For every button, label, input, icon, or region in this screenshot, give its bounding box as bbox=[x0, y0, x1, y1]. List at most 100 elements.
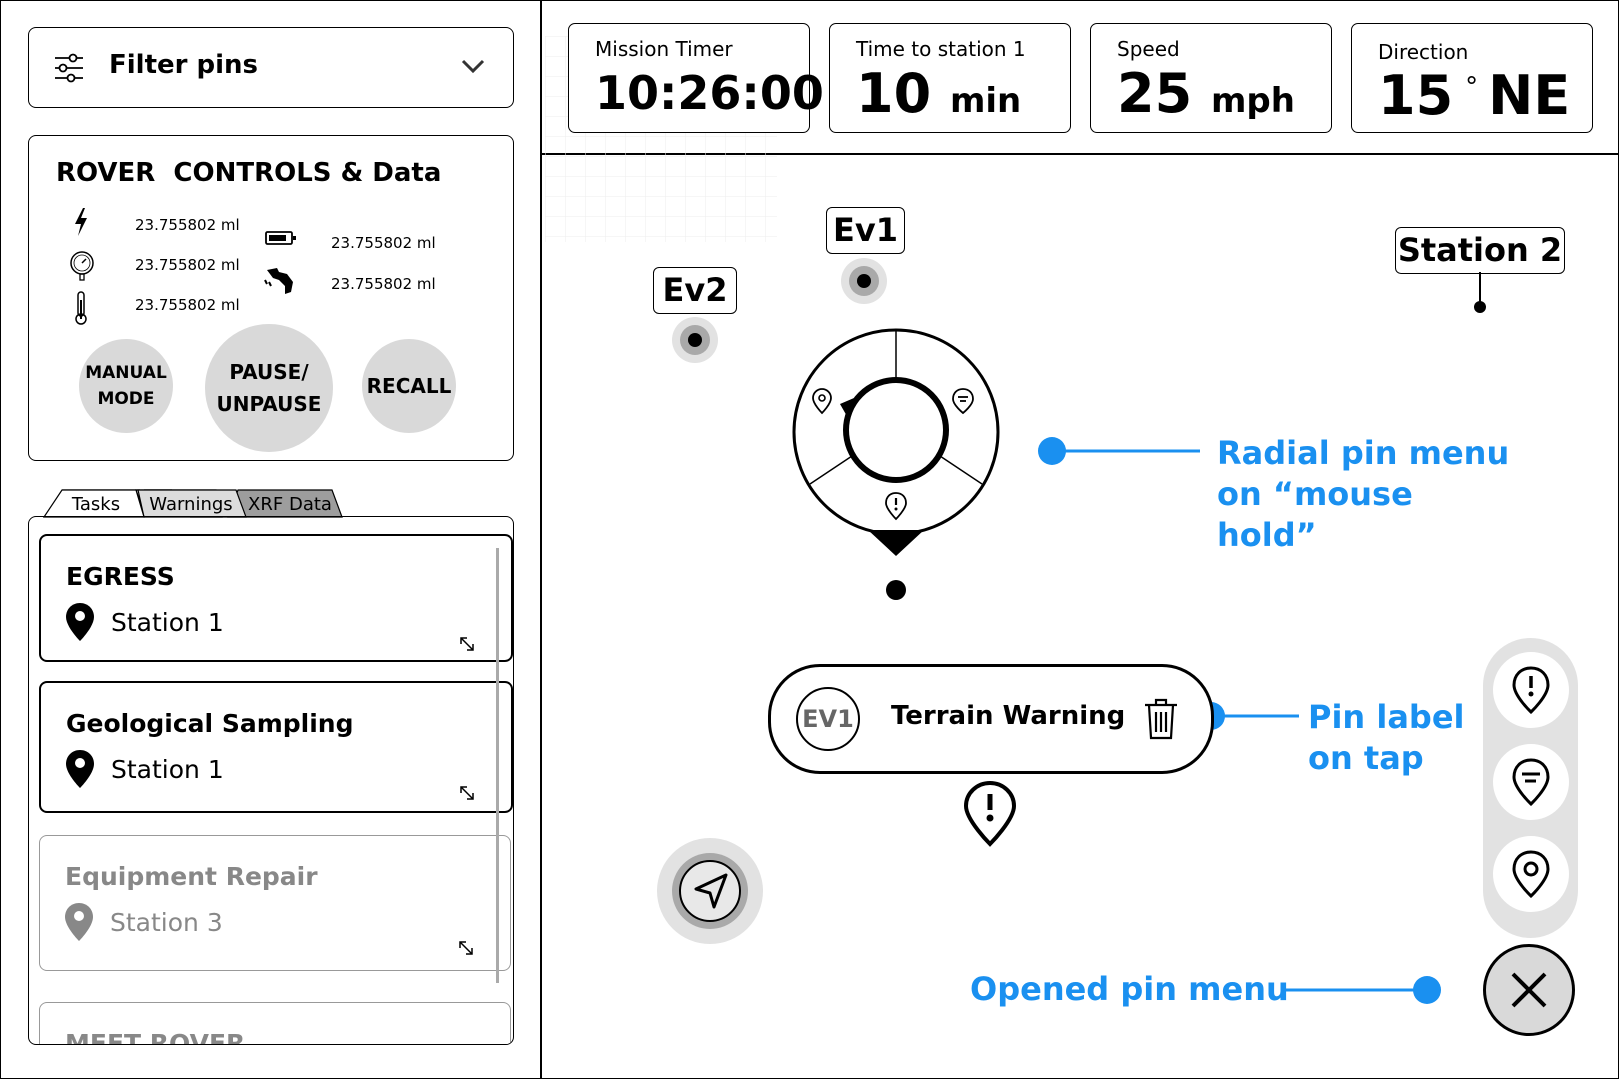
rover-controls-title: ROVER CONTROLS & Data bbox=[56, 158, 442, 188]
time-to-station-value: 10 min bbox=[856, 62, 1021, 125]
time-to-station-number: 10 bbox=[856, 62, 932, 125]
close-icon bbox=[1511, 972, 1547, 1008]
fuel-nozzle-icon bbox=[264, 268, 293, 294]
tab-xrf-data[interactable]: XRF Data bbox=[240, 490, 340, 516]
time-to-station-box: Time to station 1 10 min bbox=[829, 23, 1071, 133]
note-pin-icon bbox=[1512, 758, 1550, 807]
pressure-gauge-icon bbox=[70, 251, 94, 281]
terrain-warning-label[interactable]: EV1 Terrain Warning bbox=[768, 664, 1214, 774]
warning-pin-icon bbox=[1512, 666, 1550, 715]
annotation-line: on tap bbox=[1308, 739, 1424, 777]
panel-divider bbox=[540, 0, 542, 1079]
location-pin-option-icon[interactable] bbox=[811, 387, 833, 415]
rover-reading-fuel: 23.755802 ml bbox=[331, 275, 436, 293]
direction-unit: NE bbox=[1488, 64, 1571, 127]
location-pin-button[interactable] bbox=[1493, 836, 1569, 912]
pin-marker-ev2[interactable] bbox=[671, 316, 719, 364]
task-station: Station 1 bbox=[111, 755, 224, 784]
speed-box: Speed 25 mph bbox=[1090, 23, 1332, 133]
ev1-badge: EV1 bbox=[796, 687, 860, 751]
time-to-station-label: Time to station 1 bbox=[856, 37, 1026, 61]
sliders-icon bbox=[55, 53, 83, 83]
task-list-scrollbar[interactable] bbox=[496, 548, 499, 983]
annotation-pin-label: Pin label on tap bbox=[1308, 697, 1464, 779]
mission-timer-value: 10:26:00 bbox=[595, 66, 824, 120]
radial-pin-menu[interactable] bbox=[788, 326, 1004, 608]
direction-value: 15 ° NE bbox=[1378, 64, 1570, 127]
pause-unpause-button[interactable]: PAUSE/UNPAUSE bbox=[205, 324, 333, 452]
task-station: Station 3 bbox=[110, 908, 223, 937]
station-2-marker[interactable] bbox=[1470, 270, 1490, 314]
rover-controls-panel: ROVER CONTROLS & Data 23.755802 ml 23.75… bbox=[28, 135, 514, 461]
task-list: EGRESS Station 1 Geological Sampling Sta… bbox=[28, 516, 514, 1045]
expand-icon[interactable] bbox=[459, 636, 475, 652]
speed-number: 25 bbox=[1117, 62, 1193, 125]
note-pin-option-icon[interactable] bbox=[951, 387, 975, 415]
mission-timer-label: Mission Timer bbox=[595, 37, 733, 61]
opened-pin-menu bbox=[1483, 638, 1578, 938]
map-pin-icon bbox=[66, 603, 94, 641]
task-card[interactable]: EGRESS Station 1 bbox=[39, 534, 513, 662]
annotation-connector-opened bbox=[1281, 976, 1441, 1004]
bolt-icon bbox=[75, 208, 87, 236]
tab-warnings[interactable]: Warnings bbox=[144, 490, 238, 516]
thermometer-icon bbox=[75, 291, 87, 325]
pin-label-ev1[interactable]: Ev1 bbox=[826, 207, 905, 254]
manual-mode-button[interactable]: MANUAL MODE bbox=[79, 339, 173, 433]
task-card[interactable]: MEET ROVER bbox=[39, 1002, 511, 1045]
rover-reading-power: 23.755802 ml bbox=[135, 216, 240, 234]
annotation-line: on “mouse bbox=[1217, 475, 1413, 513]
annotation-opened-pin-menu: Opened pin menu bbox=[970, 970, 1289, 1008]
manual-mode-line2: MODE bbox=[97, 389, 155, 409]
warning-pin-icon[interactable] bbox=[962, 780, 1018, 848]
mission-timer-box: Mission Timer 10:26:00 bbox=[568, 23, 824, 133]
annotation-connector-radial bbox=[1038, 437, 1200, 465]
annotation-radial-pin-menu: Radial pin menu on “mouse hold” bbox=[1217, 433, 1509, 556]
manual-mode-line1: MANUAL bbox=[85, 363, 167, 383]
task-title: MEET ROVER bbox=[65, 1029, 246, 1045]
close-pin-menu-button[interactable] bbox=[1483, 944, 1575, 1036]
task-title: Geological Sampling bbox=[66, 709, 354, 738]
direction-number: 15 bbox=[1378, 64, 1454, 127]
warning-pin-option-icon[interactable] bbox=[884, 491, 908, 521]
task-station: Station 1 bbox=[111, 608, 224, 637]
pause-line1: PAUSE/ bbox=[229, 360, 309, 384]
filter-pins-label: Filter pins bbox=[109, 50, 259, 80]
battery-icon bbox=[265, 231, 296, 245]
annotation-line: Pin label bbox=[1308, 698, 1465, 736]
rover-reading-temperature: 23.755802 ml bbox=[135, 296, 240, 314]
speed-value: 25 mph bbox=[1117, 62, 1295, 125]
degree-symbol: ° bbox=[1465, 72, 1479, 102]
speed-unit: mph bbox=[1210, 81, 1295, 121]
pin-label-station-2[interactable]: Station 2 bbox=[1395, 227, 1565, 274]
location-pin-icon bbox=[1512, 850, 1550, 899]
expand-icon[interactable] bbox=[458, 940, 474, 956]
map-pin-icon bbox=[66, 750, 94, 788]
direction-box: Direction 15 ° NE bbox=[1351, 23, 1593, 133]
trash-icon[interactable] bbox=[1143, 697, 1179, 741]
task-card[interactable]: Geological Sampling Station 1 bbox=[39, 681, 513, 813]
expand-icon[interactable] bbox=[459, 785, 475, 801]
chevron-down-icon bbox=[461, 59, 485, 74]
annotation-line: Radial pin menu bbox=[1217, 434, 1510, 472]
terrain-warning-text: Terrain Warning bbox=[891, 701, 1126, 731]
pause-line2: UNPAUSE bbox=[216, 392, 322, 416]
task-title: EGRESS bbox=[66, 562, 175, 591]
tab-tasks[interactable]: Tasks bbox=[56, 490, 136, 516]
task-title: Equipment Repair bbox=[65, 862, 318, 891]
direction-label: Direction bbox=[1378, 40, 1469, 64]
warning-pin-button[interactable] bbox=[1493, 652, 1569, 728]
pin-marker-ev1[interactable] bbox=[840, 257, 888, 305]
navigate-button[interactable] bbox=[656, 837, 764, 945]
time-to-station-unit: min bbox=[949, 81, 1022, 121]
rover-reading-pressure: 23.755802 ml bbox=[135, 256, 240, 274]
task-card[interactable]: Equipment Repair Station 3 bbox=[39, 835, 511, 971]
speed-label: Speed bbox=[1117, 37, 1180, 61]
map-pin-icon bbox=[65, 903, 93, 941]
annotation-line: hold” bbox=[1217, 516, 1317, 554]
pin-label-ev2[interactable]: Ev2 bbox=[653, 267, 737, 314]
recall-button[interactable]: RECALL bbox=[362, 339, 456, 433]
note-pin-button[interactable] bbox=[1493, 744, 1569, 820]
rover-reading-battery: 23.755802 ml bbox=[331, 234, 436, 252]
filter-pins-dropdown[interactable]: Filter pins bbox=[28, 27, 514, 108]
